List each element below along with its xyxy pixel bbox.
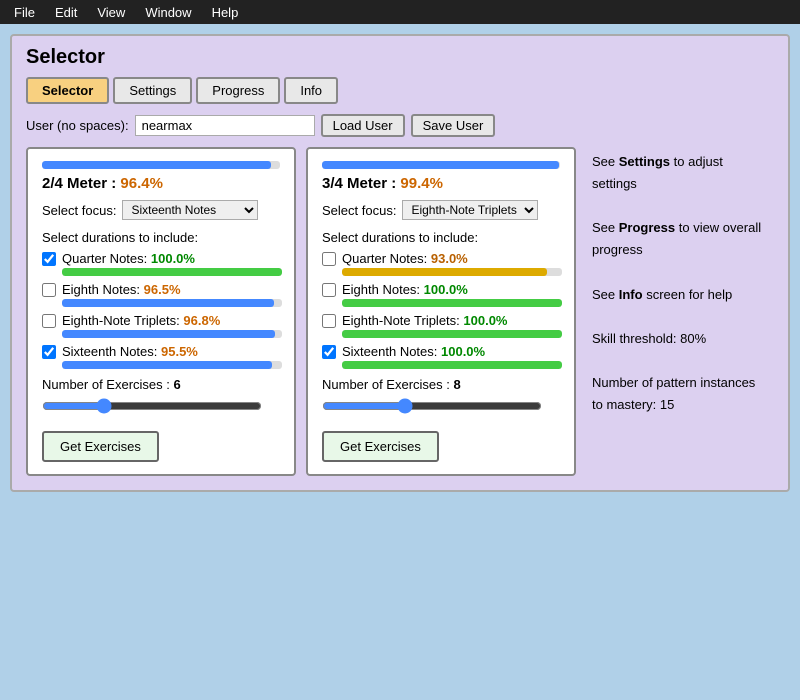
menu-item-view[interactable]: View xyxy=(87,3,135,22)
menu-item-help[interactable]: Help xyxy=(202,3,249,22)
user-input[interactable] xyxy=(135,115,315,136)
checkbox-sixteenth-notes[interactable] xyxy=(322,345,336,359)
tab-selector[interactable]: Selector xyxy=(26,77,109,104)
exercises-slider-meter-3-4[interactable] xyxy=(322,398,542,414)
tab-bar: SelectorSettingsProgressInfo xyxy=(26,77,774,104)
tab-progress[interactable]: Progress xyxy=(196,77,280,104)
panels-container: 2/4 Meter : 96.4%Select focus:Sixteenth … xyxy=(26,147,576,476)
focus-select-meter-3-4[interactable]: Eighth-Note TripletsQuarter NotesEighth … xyxy=(402,200,538,220)
duration-item-0: Quarter Notes: 93.0% xyxy=(322,251,560,276)
duration-item-2: Eighth-Note Triplets: 100.0% xyxy=(322,313,560,338)
load-user-button[interactable]: Load User xyxy=(321,114,405,137)
meter-title-meter-3-4: 3/4 Meter : 99.4% xyxy=(322,175,560,192)
duration-item-3: Sixteenth Notes: 95.5% xyxy=(42,344,280,369)
exercises-slider-meter-2-4[interactable] xyxy=(42,398,262,414)
info-panel: See Settings to adjust settings See Prog… xyxy=(586,147,774,476)
user-label: User (no spaces): xyxy=(26,118,129,133)
duration-item-1: Eighth Notes: 100.0% xyxy=(322,282,560,307)
duration-item-0: Quarter Notes: 100.0% xyxy=(42,251,280,276)
tab-settings[interactable]: Settings xyxy=(113,77,192,104)
save-user-button[interactable]: Save User xyxy=(411,114,496,137)
menu-item-file[interactable]: File xyxy=(4,3,45,22)
checkbox-sixteenth-notes[interactable] xyxy=(42,345,56,359)
checkbox-eighth-note-triplets[interactable] xyxy=(322,314,336,328)
panel-meter-2-4: 2/4 Meter : 96.4%Select focus:Sixteenth … xyxy=(26,147,296,476)
get-exercises-button-meter-2-4[interactable]: Get Exercises xyxy=(42,431,159,462)
get-exercises-button-meter-3-4[interactable]: Get Exercises xyxy=(322,431,439,462)
main-content: 2/4 Meter : 96.4%Select focus:Sixteenth … xyxy=(26,147,774,476)
menu-item-edit[interactable]: Edit xyxy=(45,3,87,22)
meter-title-meter-2-4: 2/4 Meter : 96.4% xyxy=(42,175,280,192)
outer-panel: Selector SelectorSettingsProgressInfo Us… xyxy=(10,34,790,492)
checkbox-quarter-notes[interactable] xyxy=(322,252,336,266)
user-row: User (no spaces): Load User Save User xyxy=(26,114,774,137)
duration-item-1: Eighth Notes: 96.5% xyxy=(42,282,280,307)
checkbox-eighth-notes[interactable] xyxy=(42,283,56,297)
focus-select-meter-2-4[interactable]: Sixteenth NotesQuarter NotesEighth Notes… xyxy=(122,200,258,220)
panel-meter-3-4: 3/4 Meter : 99.4%Select focus:Eighth-Not… xyxy=(306,147,576,476)
duration-item-2: Eighth-Note Triplets: 96.8% xyxy=(42,313,280,338)
checkbox-eighth-note-triplets[interactable] xyxy=(42,314,56,328)
tab-info[interactable]: Info xyxy=(284,77,338,104)
menu-item-window[interactable]: Window xyxy=(135,3,201,22)
checkbox-quarter-notes[interactable] xyxy=(42,252,56,266)
checkbox-eighth-notes[interactable] xyxy=(322,283,336,297)
duration-item-3: Sixteenth Notes: 100.0% xyxy=(322,344,560,369)
menu-bar: FileEditViewWindowHelp xyxy=(0,0,800,24)
app-title: Selector xyxy=(26,46,774,69)
